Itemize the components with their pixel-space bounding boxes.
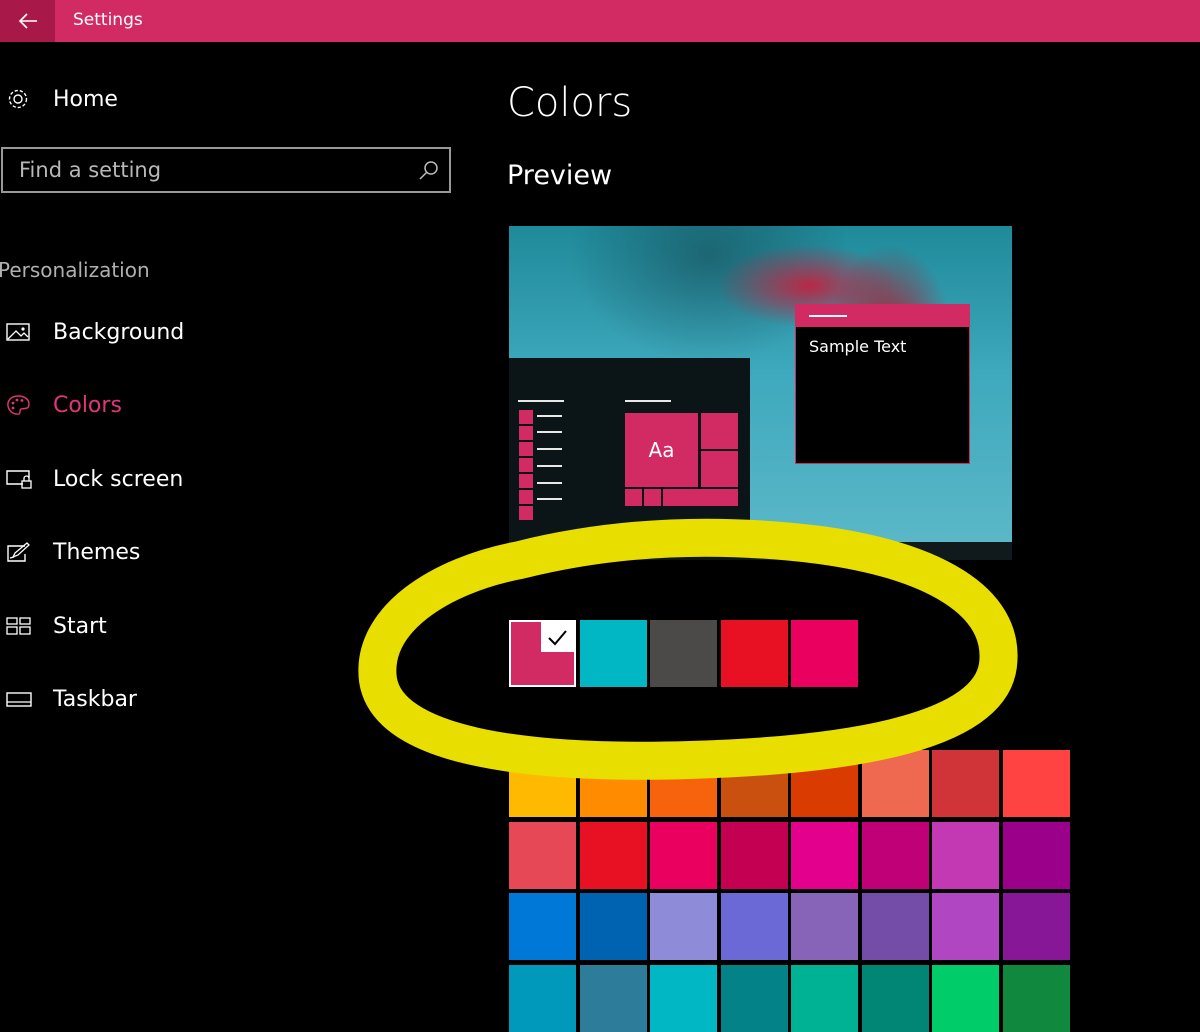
sidebar-item-taskbar[interactable]: Taskbar	[0, 679, 420, 719]
color-swatch[interactable]	[1002, 750, 1070, 817]
color-swatch[interactable]	[791, 821, 858, 889]
taskbar-icon	[6, 692, 32, 707]
nav-home-label: Home	[53, 86, 118, 112]
preview-tile-aa: Aa	[625, 413, 698, 487]
color-swatch[interactable]	[579, 750, 647, 817]
search-icon[interactable]	[417, 159, 441, 183]
color-swatch[interactable]	[509, 821, 576, 889]
color-swatch[interactable]	[579, 893, 647, 960]
window-title: Settings	[73, 10, 143, 30]
color-swatch[interactable]	[720, 893, 788, 960]
nav-home[interactable]: Home	[0, 79, 420, 119]
recent-color-swatch[interactable]	[720, 620, 788, 687]
start-icon	[6, 617, 31, 635]
recent-color-swatch[interactable]	[650, 620, 717, 687]
color-swatch[interactable]	[932, 750, 999, 817]
color-swatch[interactable]	[579, 821, 647, 889]
sidebar-item-lock-screen[interactable]: Lock screen	[0, 459, 420, 499]
theme-preview: Aa Sample Text	[509, 226, 1012, 560]
color-swatch[interactable]	[861, 750, 929, 817]
search-input[interactable]	[3, 149, 403, 191]
recent-color-swatch[interactable]	[579, 620, 647, 687]
color-swatch[interactable]	[932, 821, 999, 889]
back-arrow-icon	[18, 13, 37, 29]
gear-icon	[8, 89, 28, 109]
preview-sample-text: Sample Text	[809, 337, 907, 356]
lock-screen-icon	[6, 470, 32, 489]
sidebar-item-background[interactable]: Background	[0, 312, 420, 352]
sidebar-item-label: Start	[53, 613, 107, 639]
sidebar-item-label: Taskbar	[53, 686, 137, 712]
sidebar-item-label: Lock screen	[53, 466, 184, 492]
preview-window-bar-line	[809, 315, 847, 317]
recent-color-swatch[interactable]	[509, 620, 576, 687]
color-swatch[interactable]	[650, 893, 717, 960]
sidebar-item-start[interactable]: Start	[0, 606, 420, 646]
recent-color-swatch[interactable]	[791, 620, 858, 687]
back-button[interactable]	[0, 0, 55, 42]
color-swatch[interactable]	[720, 750, 788, 817]
palette-icon	[7, 395, 30, 415]
color-swatch[interactable]	[1002, 821, 1070, 889]
color-swatch[interactable]	[720, 821, 788, 889]
section-label: Personalization	[0, 258, 150, 282]
color-swatch[interactable]	[650, 750, 717, 817]
preview-window-titlebar	[796, 305, 969, 327]
color-swatch[interactable]	[791, 750, 858, 817]
color-swatch[interactable]	[861, 893, 929, 960]
title-bar: Settings	[0, 0, 1200, 42]
sidebar-item-colors[interactable]: Colors	[0, 385, 420, 425]
sidebar-item-label: Colors	[53, 392, 122, 418]
sidebar-item-themes[interactable]: Themes	[0, 532, 420, 572]
preview-start-menu: Aa	[509, 358, 750, 560]
color-swatch[interactable]	[509, 893, 576, 960]
color-swatch[interactable]	[1002, 893, 1070, 960]
preview-window: Sample Text	[795, 304, 970, 464]
search-box[interactable]	[1, 147, 451, 193]
preview-heading: Preview	[507, 160, 613, 191]
preview-taskbar	[750, 542, 1012, 560]
picture-icon	[6, 323, 30, 341]
page-title: Colors	[507, 80, 633, 126]
color-swatch[interactable]	[932, 893, 999, 960]
checkmark-icon	[541, 622, 574, 652]
color-swatch[interactable]	[650, 821, 717, 889]
sidebar-item-label: Themes	[53, 539, 141, 565]
sidebar-item-label: Background	[53, 319, 185, 345]
color-swatch[interactable]	[791, 893, 858, 960]
themes-icon	[7, 542, 30, 562]
color-swatch[interactable]	[861, 821, 929, 889]
color-swatch[interactable]	[509, 750, 576, 817]
